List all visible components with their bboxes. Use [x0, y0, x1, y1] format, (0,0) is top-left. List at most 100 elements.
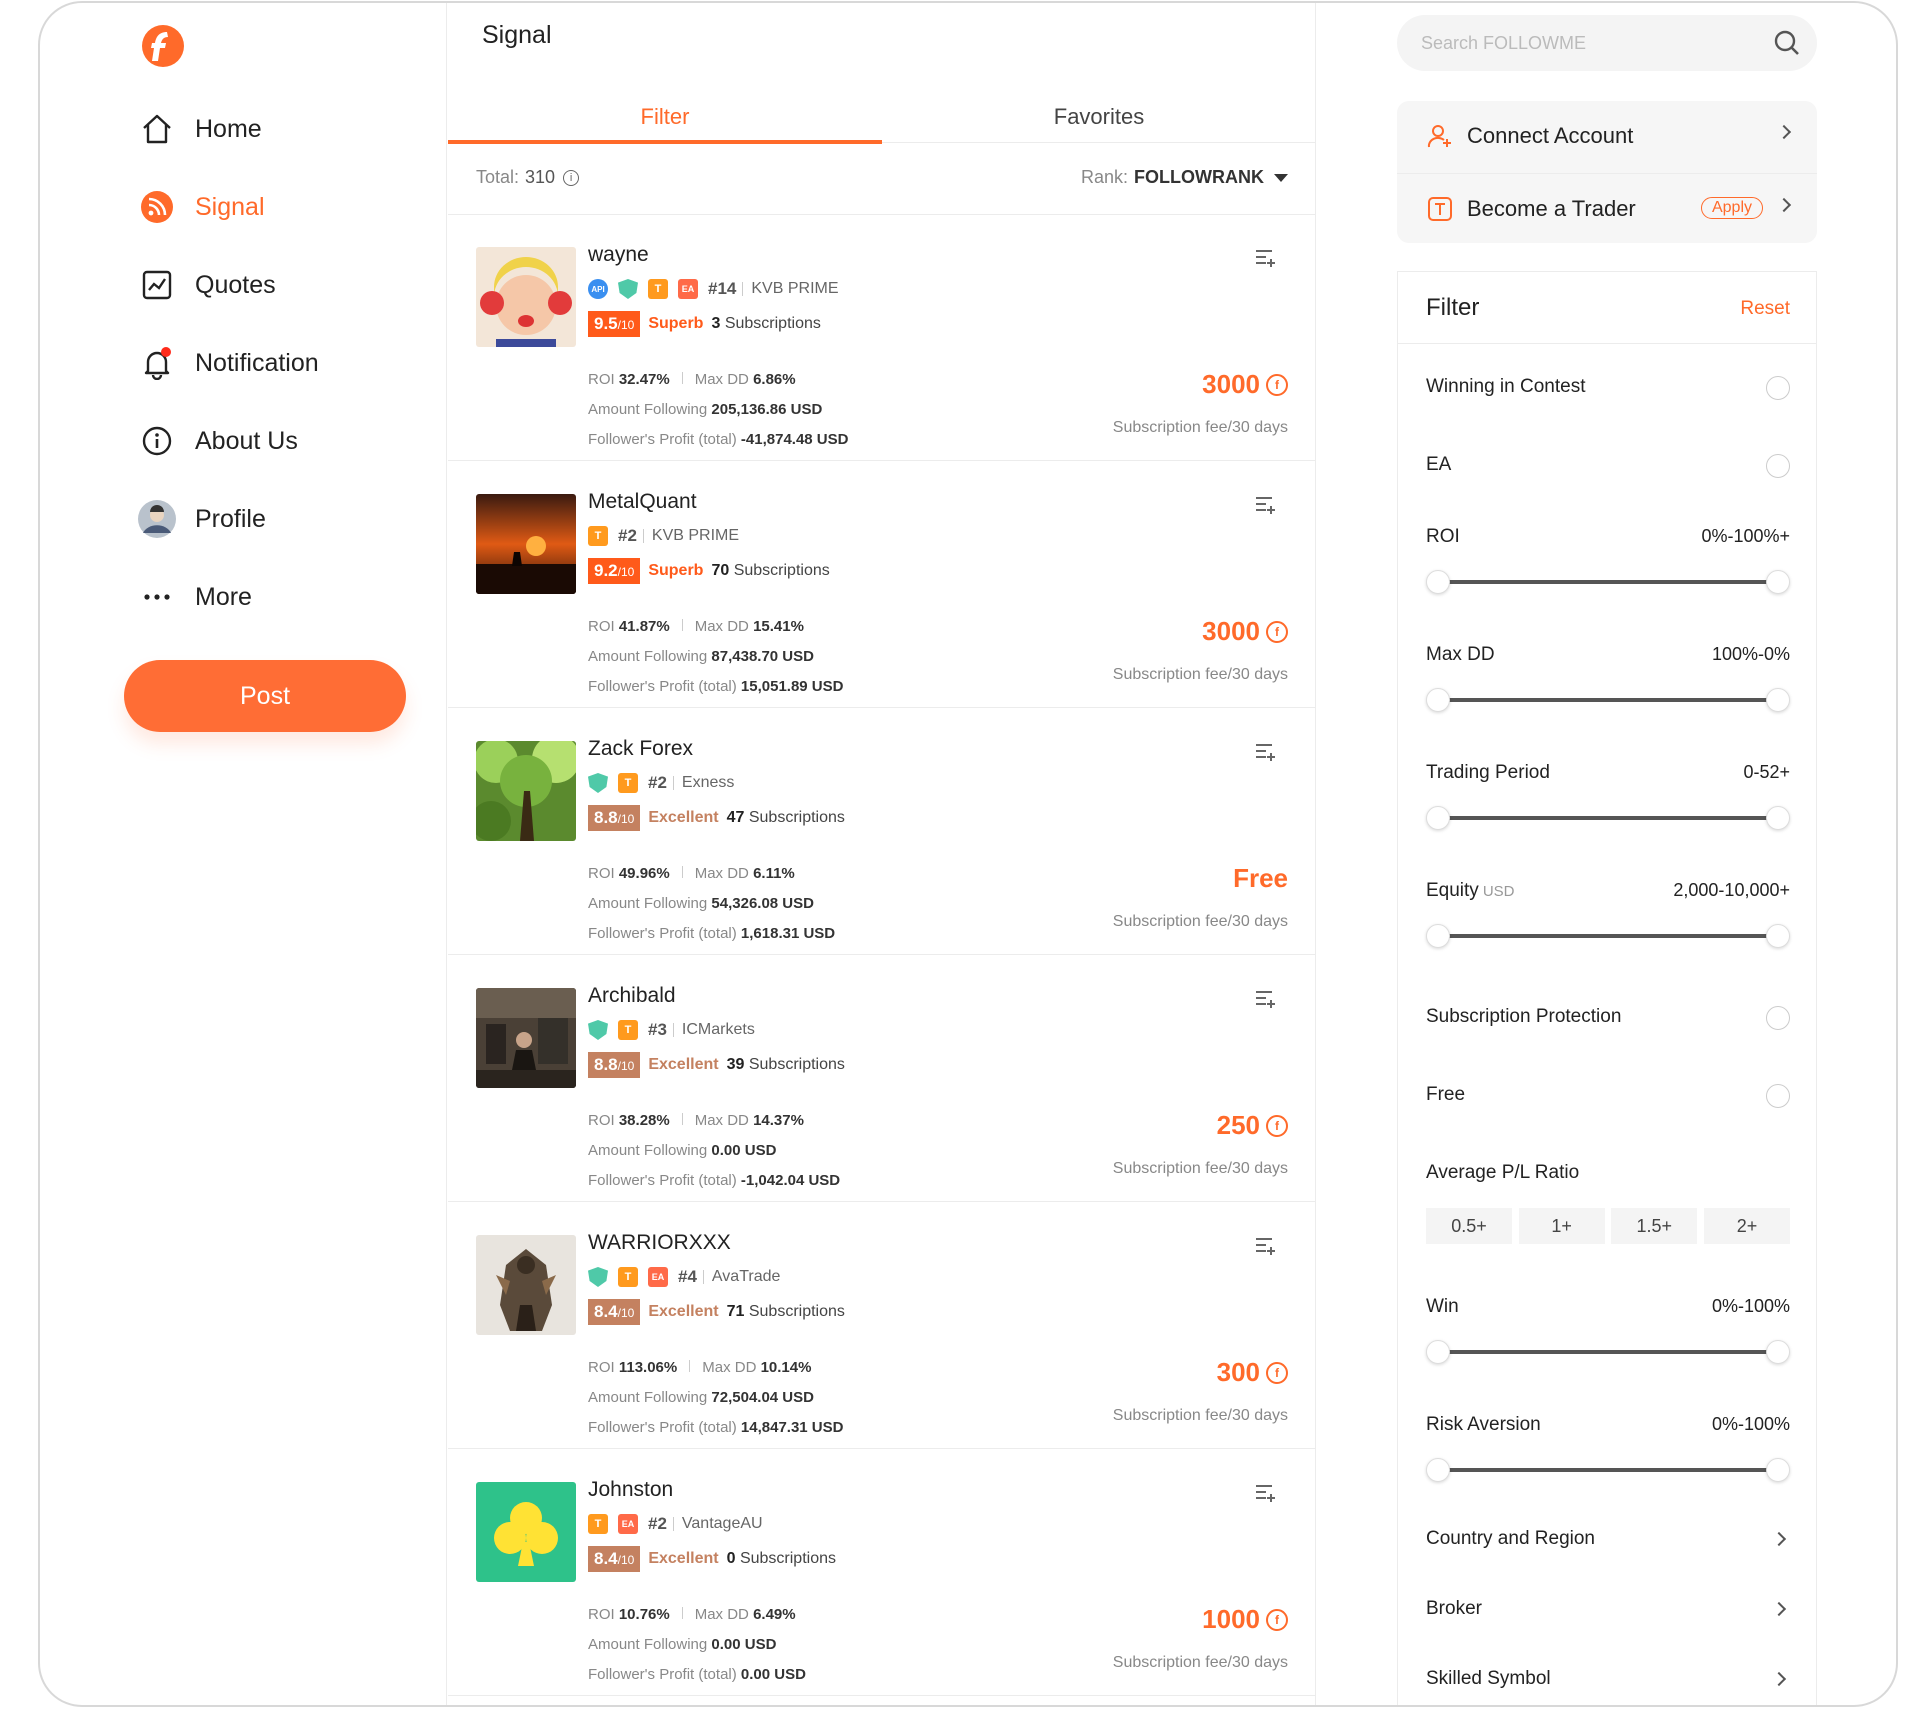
- rank-sort-dropdown[interactable]: Rank: FOLLOWRANK: [1081, 167, 1288, 188]
- slider-knob-low[interactable]: [1426, 806, 1450, 830]
- slider-knob-high[interactable]: [1766, 570, 1790, 594]
- roi-value: 10.76%: [618, 1606, 670, 1623]
- add-to-list-icon[interactable]: [1254, 741, 1278, 763]
- post-button[interactable]: Post: [124, 660, 406, 732]
- apply-badge[interactable]: Apply: [1700, 197, 1763, 219]
- slider-knob-low[interactable]: [1426, 570, 1450, 594]
- connect-account-button[interactable]: Connect Account: [1397, 101, 1817, 171]
- filter-header: Filter Reset: [1398, 272, 1816, 344]
- score-row: 8.4/10 Excellent 71 Subscriptions: [588, 1299, 845, 1325]
- plratio-option[interactable]: 0.5+: [1426, 1208, 1512, 1244]
- broker-link[interactable]: Broker: [1426, 1598, 1790, 1620]
- filter-ea[interactable]: EA: [1426, 454, 1790, 478]
- trader-name[interactable]: Zack Forex: [588, 737, 693, 761]
- become-trader-button[interactable]: Become a Trader Apply: [1397, 173, 1817, 243]
- nav-item-signal[interactable]: Signal: [137, 179, 265, 235]
- add-to-list-icon[interactable]: [1254, 1235, 1278, 1257]
- search-icon[interactable]: [1773, 29, 1801, 57]
- trader-broker: KVB PRIME: [651, 527, 740, 544]
- winning-contest-radio[interactable]: [1766, 376, 1790, 400]
- slider-knob-high[interactable]: [1766, 806, 1790, 830]
- filter-free[interactable]: Free: [1426, 1084, 1790, 1108]
- slider-knob-high[interactable]: [1766, 1458, 1790, 1482]
- filter-subscription-protection[interactable]: Subscription Protection: [1426, 1006, 1790, 1030]
- plratio-option[interactable]: 2+: [1703, 1208, 1790, 1244]
- subscription-fee: Free: [1233, 863, 1288, 893]
- win-row: Win 0%-100%: [1426, 1296, 1790, 1318]
- ea-radio[interactable]: [1766, 454, 1790, 478]
- score-row: 8.4/10 Excellent 0 Subscriptions: [588, 1546, 836, 1572]
- ea-badge-icon: EA: [678, 279, 698, 299]
- slider-knob-high[interactable]: [1766, 1340, 1790, 1364]
- signal-card[interactable]: MetalQuant T #2 KVB PRIME 9.2/10 Superb 70 Sub…: [448, 462, 1316, 708]
- signal-card[interactable]: Zack Forex T #2 Exness 8.8/10 Excellent 47 Sub…: [448, 709, 1316, 955]
- maxdd-slider[interactable]: [1426, 688, 1790, 712]
- trader-name[interactable]: Johnston: [588, 1478, 673, 1502]
- signal-card[interactable]: WARRIORXXX T EA #4 AvaTrade 8.4/10 Excellent 71…: [448, 1203, 1316, 1449]
- trader-avatar[interactable]: [476, 494, 576, 594]
- fee-period-label: Subscription fee/30 days: [1112, 1654, 1288, 1671]
- add-to-list-icon[interactable]: [1254, 247, 1278, 269]
- free-radio[interactable]: [1766, 1084, 1790, 1108]
- slider-knob-high[interactable]: [1766, 688, 1790, 712]
- plratio-option[interactable]: 1+: [1518, 1208, 1605, 1244]
- skilled-symbol-link[interactable]: Skilled Symbol: [1426, 1668, 1790, 1690]
- slider-knob-low[interactable]: [1426, 924, 1450, 948]
- search-input[interactable]: Search FOLLOWME: [1397, 15, 1817, 71]
- nav-item-notification[interactable]: Notification: [137, 335, 319, 391]
- signal-card[interactable]: Archibald T #3 ICMarkets 8.8/10 Excellent 39 S…: [448, 956, 1316, 1202]
- plratio-option[interactable]: 1.5+: [1611, 1208, 1698, 1244]
- trader-avatar[interactable]: [476, 1235, 576, 1335]
- signal-card[interactable]: wayne API T EA #14 KVB PRIME 9.5/10 Superb 3 Sub…: [448, 215, 1316, 461]
- info-icon[interactable]: i: [563, 169, 580, 186]
- add-to-list-icon[interactable]: [1254, 494, 1278, 516]
- slider-knob-high[interactable]: [1766, 924, 1790, 948]
- reset-button[interactable]: Reset: [1740, 298, 1790, 320]
- trader-avatar[interactable]: [476, 1482, 576, 1582]
- coin-icon: f: [1266, 620, 1288, 643]
- score-badge: 8.4/10: [588, 1546, 641, 1572]
- nav-item-more[interactable]: More: [137, 569, 252, 625]
- add-to-list-icon[interactable]: [1254, 988, 1278, 1010]
- risk-slider[interactable]: [1426, 1458, 1790, 1482]
- amount-following-value: 0.00 USD: [711, 1142, 777, 1159]
- trader-avatar[interactable]: [476, 741, 576, 841]
- total-count: Total: 310 i: [476, 167, 580, 188]
- roi-slider[interactable]: [1426, 570, 1790, 594]
- nav-item-home[interactable]: Home: [137, 101, 262, 157]
- slider-knob-low[interactable]: [1426, 1340, 1450, 1364]
- trader-avatar[interactable]: [476, 988, 576, 1088]
- roi-value: 41.87%: [618, 618, 670, 635]
- slider-knob-low[interactable]: [1426, 1458, 1450, 1482]
- equity-slider[interactable]: [1426, 924, 1790, 948]
- grade-label: Excellent: [648, 809, 719, 826]
- chevron-right-icon: [1776, 124, 1792, 140]
- trader-name[interactable]: Archibald: [588, 984, 676, 1008]
- country-region-link[interactable]: Country and Region: [1426, 1528, 1790, 1550]
- signal-card[interactable]: Johnston T EA #2 VantageAU 8.4/10 Excellent 0 S…: [448, 1450, 1316, 1696]
- trader-name[interactable]: WARRIORXXX: [588, 1231, 731, 1255]
- nav-item-profile[interactable]: Profile: [137, 491, 266, 547]
- tab-favorites[interactable]: Favorites: [882, 91, 1316, 142]
- grade-label: Superb: [648, 315, 704, 332]
- nav-item-about[interactable]: About Us: [137, 413, 298, 469]
- verified-shield-icon: [588, 1020, 608, 1040]
- slider-knob-low[interactable]: [1426, 688, 1450, 712]
- sub-protect-radio[interactable]: [1766, 1006, 1790, 1030]
- tab-filter[interactable]: Filter: [448, 91, 882, 144]
- trader-name[interactable]: MetalQuant: [588, 490, 697, 514]
- trader-name[interactable]: wayne: [588, 243, 649, 267]
- trader-avatar[interactable]: [476, 247, 576, 347]
- win-slider[interactable]: [1426, 1340, 1790, 1364]
- risk-label: Risk Aversion: [1426, 1414, 1541, 1435]
- add-to-list-icon[interactable]: [1254, 1482, 1278, 1504]
- right-panel: Search FOLLOWME Connect Account Become a…: [1317, 3, 1896, 1705]
- chevron-right-icon: [1771, 1671, 1787, 1687]
- filter-winning-contest[interactable]: Winning in Contest: [1426, 376, 1790, 400]
- nav-item-quotes[interactable]: Quotes: [137, 257, 276, 313]
- more-dots-icon: [137, 577, 177, 617]
- followme-logo-icon[interactable]: [140, 23, 186, 69]
- follower-profit-value: 1,618.31 USD: [740, 925, 836, 942]
- score-row: 8.8/10 Excellent 39 Subscriptions: [588, 1052, 845, 1078]
- period-slider[interactable]: [1426, 806, 1790, 830]
